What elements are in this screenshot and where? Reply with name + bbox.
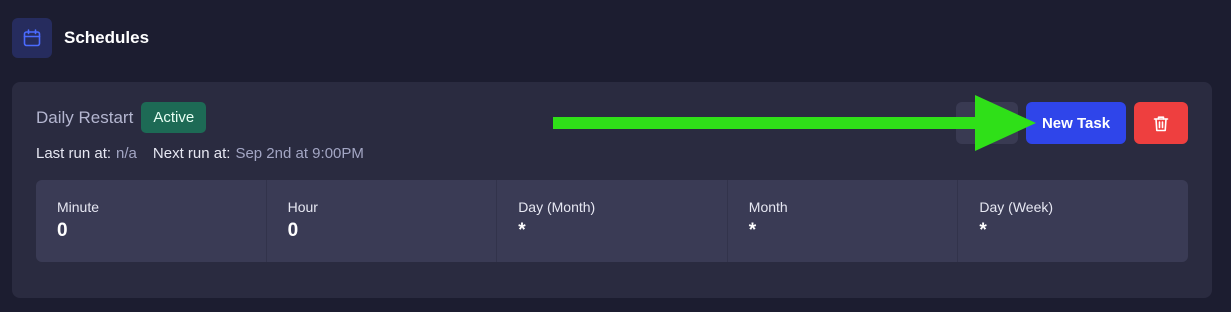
cron-label: Minute [57,199,100,215]
next-run-label: Next run at: [152,145,231,162]
cron-label: Day (Month) [518,199,596,215]
cron-cell-hour: Hour 0 [267,180,498,262]
new-task-button[interactable]: New Task [1026,102,1126,144]
cron-value: * [979,220,987,241]
cron-cell-minute: Minute 0 [36,180,267,262]
schedule-card: Daily Restart Active Last run at: n/a Ne… [12,82,1212,298]
cron-cell-day-week: Day (Week) * [958,180,1188,262]
cron-cell-day-month: Day (Month) * [497,180,728,262]
cron-grid: Minute 0 Hour 0 Day (Month) * Month * Da… [36,180,1188,262]
edit-button[interactable] [956,102,1018,144]
page-title: Schedules [64,28,150,47]
run-info-spacer [137,145,153,162]
cron-label: Hour [287,199,318,215]
last-run-label: Last run at: [36,145,112,162]
schedule-name: Daily Restart [36,107,134,127]
page-header: Schedules [12,18,149,58]
last-run-value: n/a [116,145,137,162]
cron-label: Day (Week) [979,199,1054,215]
schedule-title-row: Daily Restart Active [36,102,207,133]
cron-value: * [748,220,757,241]
cron-value: 0 [287,220,299,241]
status-badge: Active [141,102,207,133]
cron-cell-month: Month * [728,180,959,262]
run-info: Last run at: n/a Next run at: Sep 2nd at… [36,145,364,162]
schedule-actions: New Task [956,102,1188,144]
cron-value: 0 [57,220,68,241]
cron-value: * [518,220,526,241]
calendar-icon [12,18,52,58]
cron-label: Month [748,199,788,215]
delete-button[interactable] [1134,102,1188,144]
trash-icon [1153,115,1169,131]
next-run-value: Sep 2nd at 9:00PM [235,145,364,162]
